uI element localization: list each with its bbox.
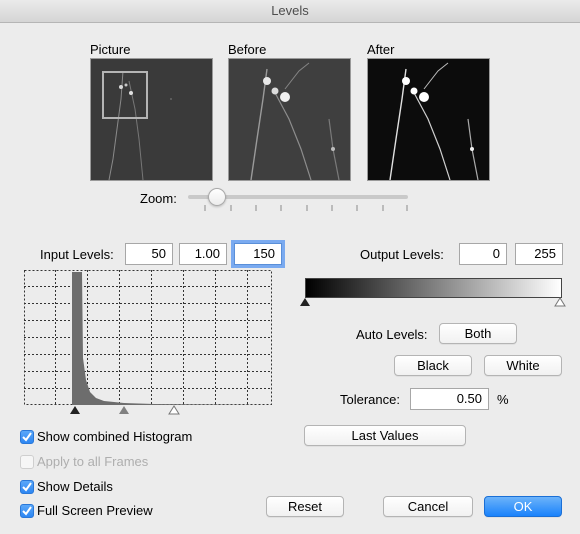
- before-label: Before: [228, 42, 267, 57]
- option-label: Show Details: [37, 479, 113, 494]
- option-label: Apply to all Frames: [37, 454, 149, 469]
- last-values-button[interactable]: Last Values: [304, 425, 466, 446]
- output-handles: [300, 297, 566, 307]
- zoom-region-frame[interactable]: [102, 71, 148, 119]
- input-gamma-field[interactable]: 1.00: [179, 243, 227, 265]
- checkbox-unchecked-icon[interactable]: [20, 455, 34, 469]
- reset-button[interactable]: Reset: [266, 496, 344, 517]
- checkbox-checked-icon[interactable]: [20, 480, 34, 494]
- option-full-screen-preview[interactable]: Full Screen Preview: [20, 503, 250, 521]
- auto-levels-label: Auto Levels:: [356, 327, 428, 342]
- checkbox-checked-icon[interactable]: [20, 504, 34, 518]
- auto-levels-black-button[interactable]: Black: [394, 355, 472, 376]
- input-white-field[interactable]: 150: [231, 240, 285, 268]
- output-levels-label: Output Levels:: [360, 247, 444, 262]
- window-title: Levels: [0, 0, 580, 23]
- zoom-label: Zoom:: [140, 191, 177, 206]
- option-show-combined-histogram[interactable]: Show combined Histogram: [20, 429, 250, 447]
- input-white-handle[interactable]: [168, 405, 180, 415]
- option-show-details[interactable]: Show Details: [20, 479, 250, 497]
- checkbox-checked-icon[interactable]: [20, 430, 34, 444]
- after-label: After: [367, 42, 395, 57]
- after-preview: [367, 58, 490, 181]
- histogram: [24, 270, 272, 415]
- cancel-button[interactable]: Cancel: [383, 496, 473, 517]
- option-label: Full Screen Preview: [37, 503, 153, 518]
- input-black-handle[interactable]: [70, 406, 80, 414]
- tolerance-unit: %: [497, 392, 509, 407]
- tolerance-field[interactable]: 0.50: [410, 388, 489, 410]
- auto-levels-both-button[interactable]: Both: [439, 323, 517, 344]
- before-preview: [228, 58, 351, 181]
- output-white-handle[interactable]: [554, 297, 566, 307]
- before-thumbnail: [229, 59, 350, 180]
- option-apply-to-all-frames[interactable]: Apply to all Frames: [20, 454, 250, 472]
- tolerance-label: Tolerance:: [340, 392, 400, 407]
- option-label: Show combined Histogram: [37, 429, 193, 444]
- picture-label: Picture: [90, 42, 131, 57]
- output-black-handle[interactable]: [300, 298, 310, 306]
- output-black-field[interactable]: 0: [459, 243, 507, 265]
- input-gamma-handle[interactable]: [119, 406, 129, 414]
- ok-button[interactable]: OK: [484, 496, 562, 517]
- auto-levels-white-button[interactable]: White: [484, 355, 562, 376]
- zoom-slider-thumb[interactable]: [208, 188, 226, 206]
- picture-preview[interactable]: [90, 58, 213, 181]
- after-thumbnail: [368, 59, 489, 180]
- output-gradient: [305, 278, 562, 298]
- output-white-field[interactable]: 255: [515, 243, 563, 265]
- input-levels-label: Input Levels:: [40, 247, 114, 262]
- input-black-field[interactable]: 50: [125, 243, 173, 265]
